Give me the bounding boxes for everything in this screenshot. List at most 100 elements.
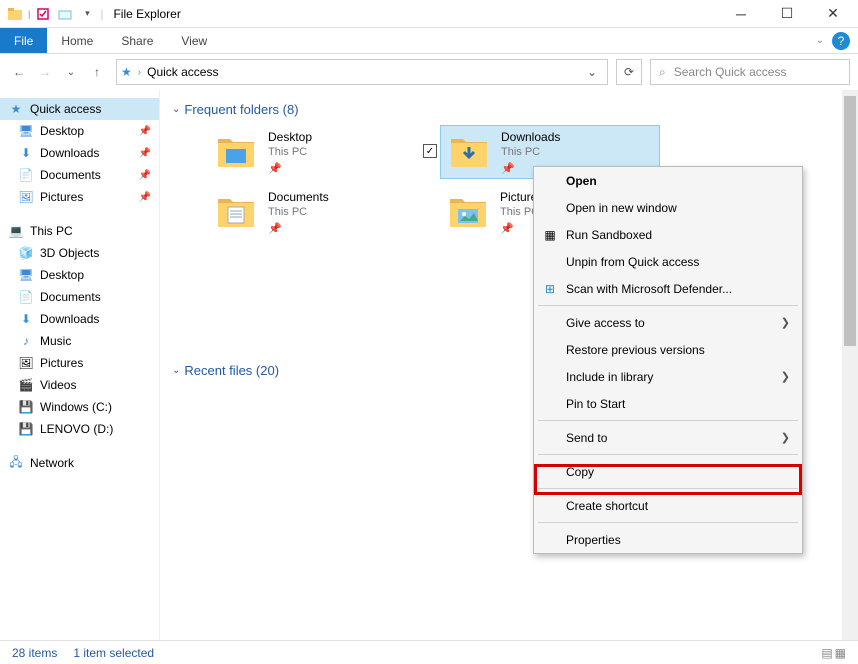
pin-icon: 📌 (139, 170, 151, 181)
quick-access-star-icon: ★ (121, 65, 132, 79)
pictures-icon: 🖼 (18, 355, 34, 371)
ctx-label: Unpin from Quick access (566, 255, 699, 269)
this-pc-group: 💻 This PC 🧊 3D Objects 🖥Desktop 📄 Document… (0, 218, 159, 450)
up-button[interactable]: ↑ (86, 61, 108, 83)
pc-icon: 💻 (8, 223, 24, 239)
ctx-unpin[interactable]: Unpin from Quick access (534, 248, 802, 275)
ctx-separator (538, 454, 798, 455)
ctx-separator (538, 305, 798, 306)
sidebar-label: Documents (40, 290, 101, 304)
sidebar-item-documents[interactable]: 📄 Documents 📌 (0, 164, 159, 186)
sidebar-item-music[interactable]: ♪Music (0, 330, 159, 352)
search-box[interactable]: ⌕ Search Quick access (650, 59, 850, 85)
file-tab[interactable]: File (0, 28, 47, 53)
frequent-folders-header[interactable]: ⌄ Frequent folders (8) (172, 102, 846, 117)
minimize-button[interactable]: ─ (718, 0, 764, 28)
folder-sub: This PC (268, 206, 329, 218)
window-controls: ─ ☐ ✕ (718, 0, 856, 28)
desktop-icon: 🖥 (18, 123, 34, 139)
3d-icon: 🧊 (18, 245, 34, 261)
status-item-count: 28 items (12, 646, 57, 660)
ctx-run-sandboxed[interactable]: ▦Run Sandboxed (534, 221, 802, 248)
scrollbar[interactable] (842, 90, 858, 640)
sidebar-item-drive-d[interactable]: 💾LENOVO (D:) (0, 418, 159, 440)
history-dropdown[interactable]: ⌄ (60, 61, 82, 83)
quick-access-toolbar: | ▾ | (2, 5, 103, 23)
help-icon[interactable]: ? (832, 32, 850, 50)
sidebar-item-videos[interactable]: 🎬Videos (0, 374, 159, 396)
sidebar-item-desktop[interactable]: 🖥 Desktop 📌 (0, 120, 159, 142)
ctx-properties[interactable]: Properties (534, 526, 802, 553)
back-button[interactable]: ← (8, 61, 30, 83)
ctx-restore-versions[interactable]: Restore previous versions (534, 336, 802, 363)
refresh-button[interactable]: ⟳ (616, 59, 642, 85)
chevron-right-icon: › (138, 67, 141, 78)
sidebar-item-3d-objects[interactable]: 🧊 3D Objects (0, 242, 159, 264)
navigation-row: ← → ⌄ ↑ ★ › Quick access ⌄ ⟳ ⌕ Search Qu… (0, 54, 858, 90)
folder-tile-desktop[interactable]: Desktop This PC 📌 (208, 125, 428, 179)
address-bar[interactable]: ★ › Quick access ⌄ (116, 59, 608, 85)
window-title: File Explorer (113, 7, 180, 21)
ctx-create-shortcut[interactable]: Create shortcut (534, 492, 802, 519)
recent-files-label: Recent files (20) (184, 363, 279, 378)
details-view-icon[interactable]: ▤ (821, 646, 832, 660)
scrollbar-thumb[interactable] (844, 96, 856, 346)
sidebar-item-pictures[interactable]: 🖼 Pictures 📌 (0, 186, 159, 208)
folder-tile-documents[interactable]: Documents This PC 📌 (208, 185, 428, 239)
tab-share[interactable]: Share (107, 28, 167, 53)
folder-name: Downloads (501, 130, 560, 144)
folder-icon (214, 132, 258, 172)
tab-home[interactable]: Home (47, 28, 107, 53)
ctx-pin-start[interactable]: Pin to Start (534, 390, 802, 417)
tile-checkbox[interactable]: ✓ (423, 144, 437, 158)
folder-icon (447, 132, 491, 172)
ctx-copy[interactable]: Copy (534, 458, 802, 485)
sidebar-this-pc-label: This PC (30, 224, 73, 238)
forward-button[interactable]: → (34, 61, 56, 83)
sidebar-item-pictures-pc[interactable]: 🖼Pictures (0, 352, 159, 374)
desktop-icon: 🖥 (18, 267, 34, 283)
quick-access-group: ★ Quick access 🖥 Desktop 📌 ⬇ Downloads 📌… (0, 96, 159, 218)
documents-icon: 📄 (18, 167, 34, 183)
sidebar-item-downloads-pc[interactable]: ⬇Downloads (0, 308, 159, 330)
maximize-button[interactable]: ☐ (764, 0, 810, 28)
sidebar-item-documents-pc[interactable]: 📄 Documents (0, 286, 159, 308)
network-icon: 🖧 (8, 455, 24, 471)
documents-icon: 📄 (18, 289, 34, 305)
ribbon-tabs: File Home Share View ⌄ ? (0, 28, 858, 54)
sidebar-item-downloads[interactable]: ⬇ Downloads 📌 (0, 142, 159, 164)
qat-dropdown-icon[interactable]: ▾ (78, 5, 96, 23)
sidebar-network[interactable]: 🖧 Network (0, 452, 159, 474)
sidebar-item-desktop-pc[interactable]: 🖥Desktop (0, 264, 159, 286)
explorer-icon (6, 5, 24, 23)
pin-icon: 📌 (139, 126, 151, 137)
videos-icon: 🎬 (18, 377, 34, 393)
large-icons-view-icon[interactable]: ▦ (835, 646, 846, 660)
close-button[interactable]: ✕ (810, 0, 856, 28)
sidebar-item-drive-c[interactable]: 💾Windows (C:) (0, 396, 159, 418)
tab-view[interactable]: View (167, 28, 221, 53)
ctx-give-access[interactable]: Give access to❯ (534, 309, 802, 336)
folder-name: Desktop (268, 130, 312, 144)
sidebar-quick-access-label: Quick access (30, 102, 101, 116)
new-folder-qat-icon[interactable] (56, 5, 74, 23)
ctx-open-new-window[interactable]: Open in new window (534, 194, 802, 221)
properties-qat-icon[interactable] (34, 5, 52, 23)
status-bar: 28 items 1 item selected ▤ ▦ (0, 640, 858, 664)
ctx-scan-defender[interactable]: ⊞Scan with Microsoft Defender... (534, 275, 802, 302)
sidebar-this-pc[interactable]: 💻 This PC (0, 220, 159, 242)
sidebar-label: 3D Objects (40, 246, 99, 260)
sidebar-label: Downloads (40, 146, 99, 160)
ctx-open[interactable]: Open (534, 167, 802, 194)
chevron-right-icon: ❯ (781, 316, 790, 329)
sidebar-quick-access[interactable]: ★ Quick access (0, 98, 159, 120)
chevron-right-icon: ❯ (781, 370, 790, 383)
address-dropdown-icon[interactable]: ⌄ (581, 65, 603, 79)
sidebar-network-label: Network (30, 456, 74, 470)
folder-icon (446, 192, 490, 232)
ctx-include-library[interactable]: Include in library❯ (534, 363, 802, 390)
status-selected-count: 1 item selected (73, 646, 154, 660)
ctx-send-to[interactable]: Send to❯ (534, 424, 802, 451)
star-icon: ★ (8, 101, 24, 117)
ribbon-expand-icon[interactable]: ⌄ (816, 35, 824, 46)
